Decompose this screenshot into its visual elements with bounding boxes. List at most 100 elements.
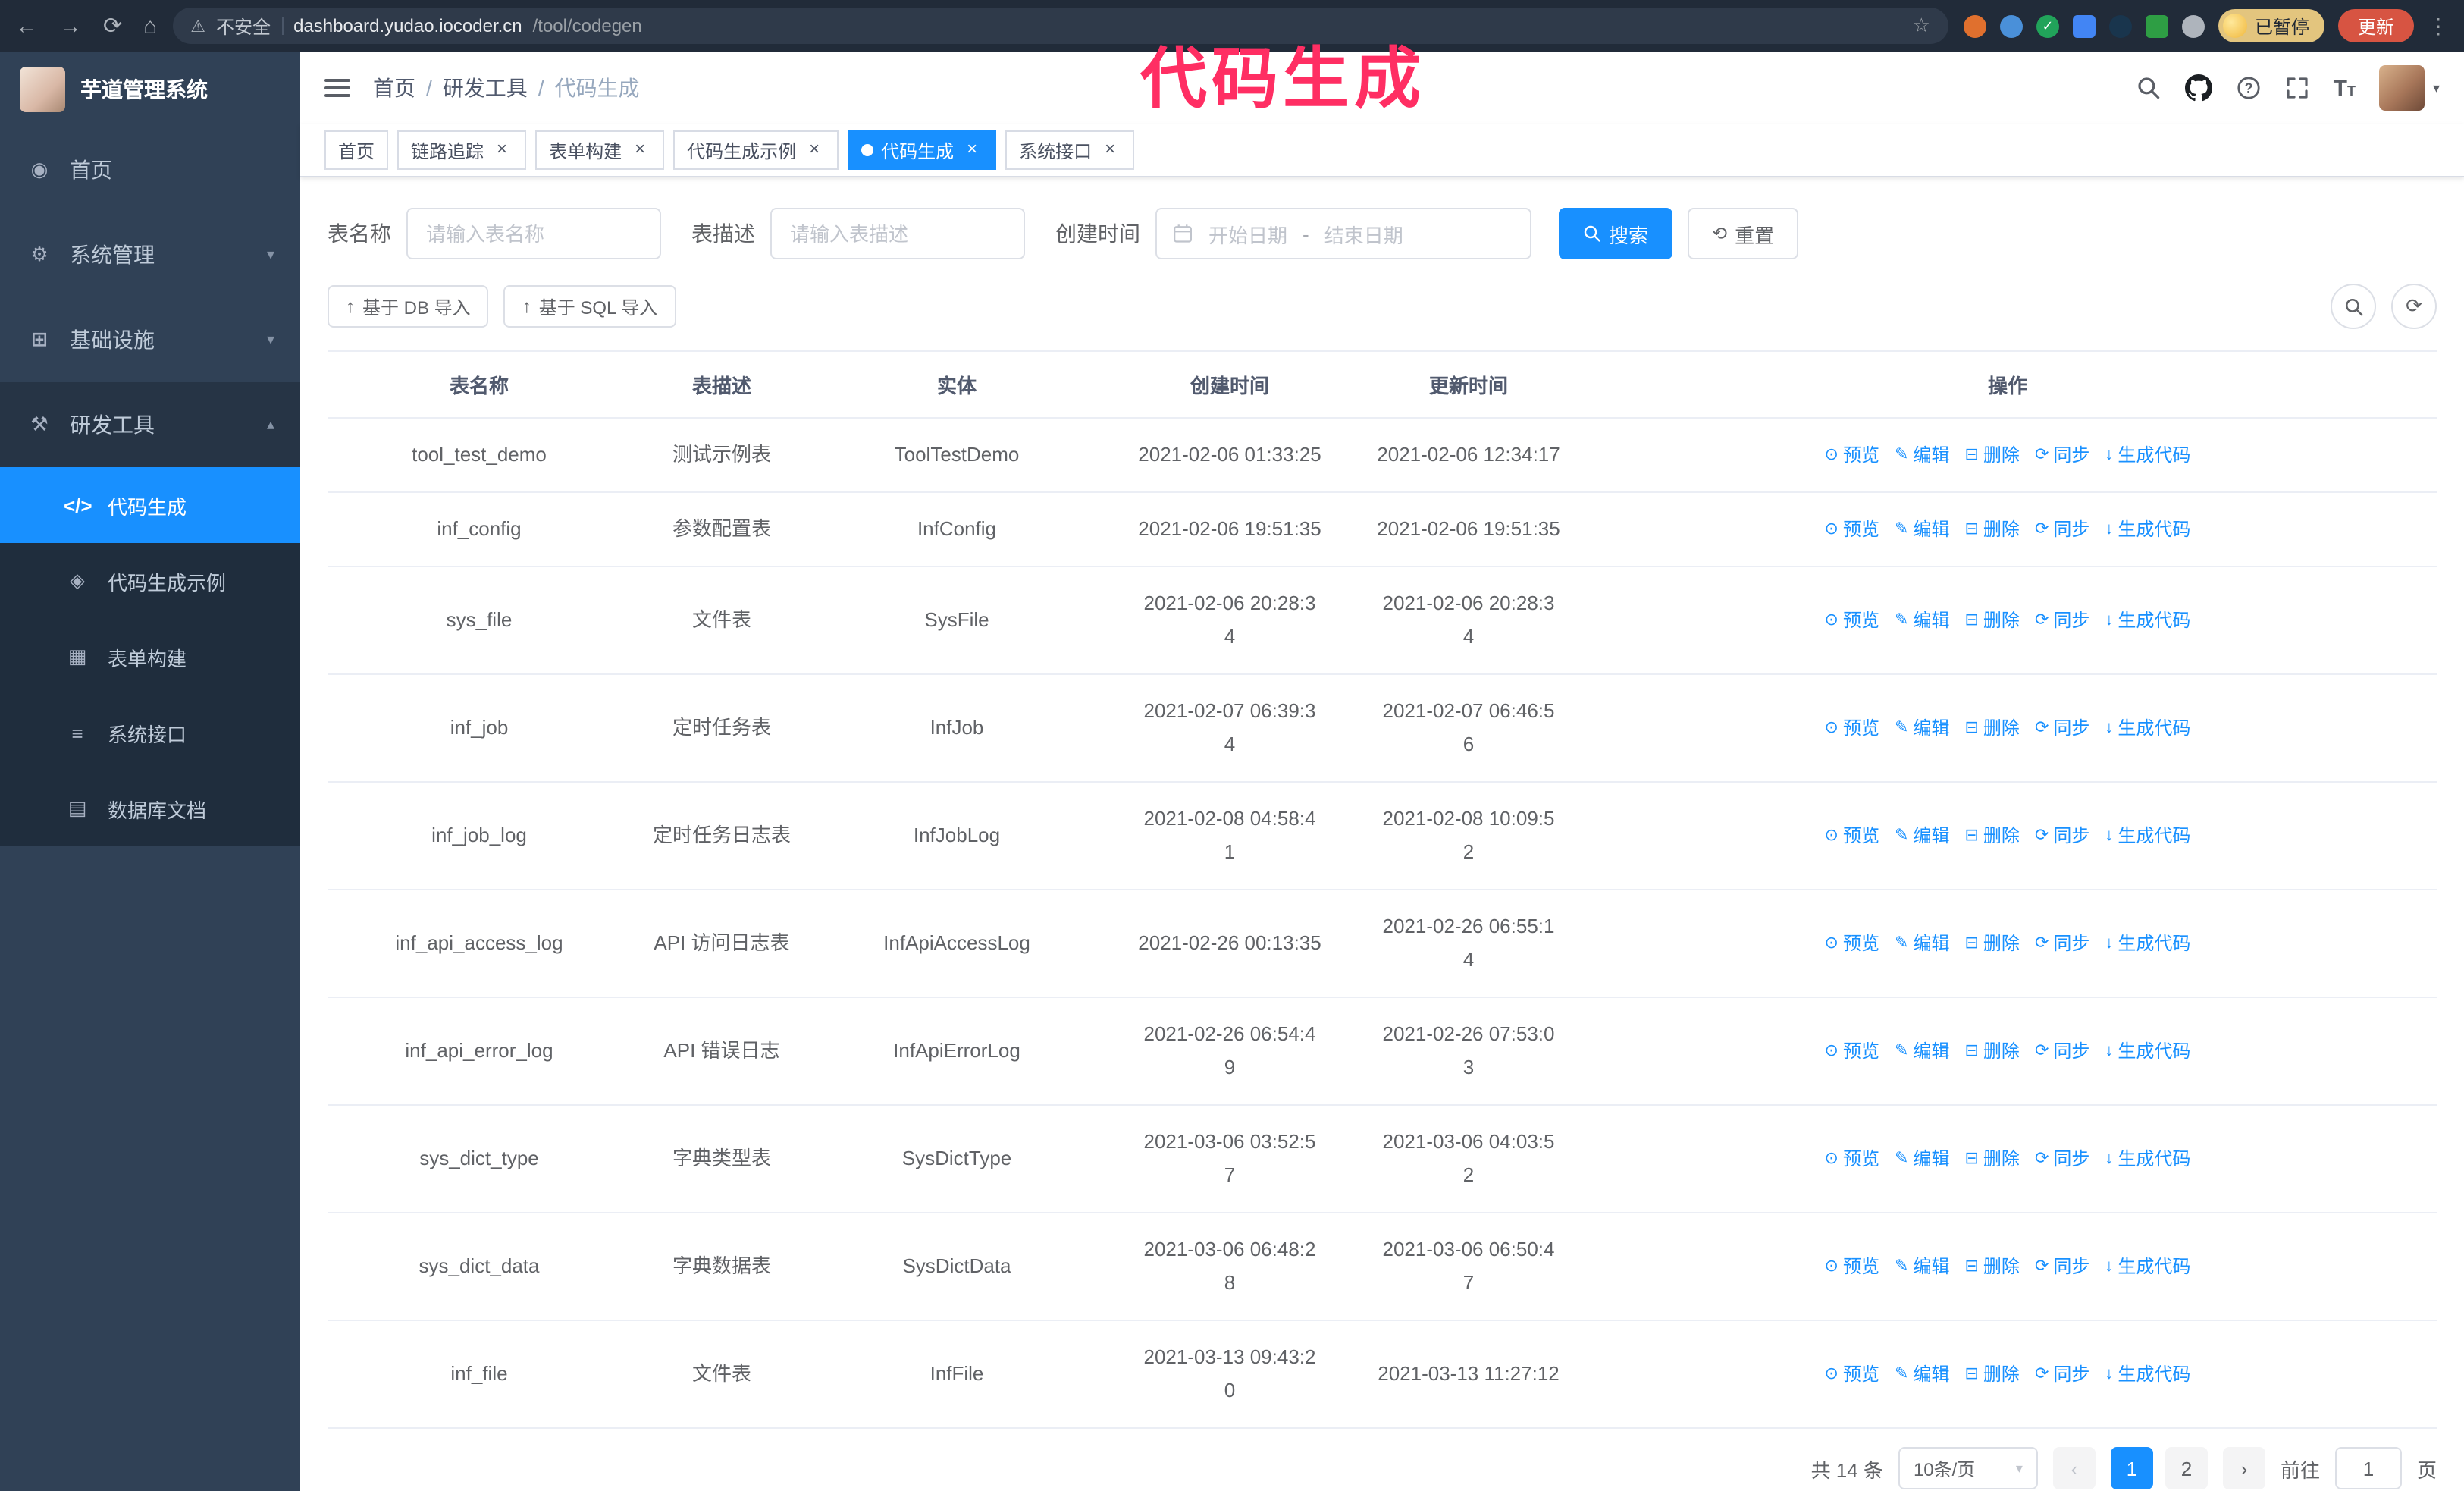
extension-icon[interactable] — [2145, 14, 2168, 37]
edit-link[interactable]: ✎ 编辑 — [1895, 604, 1949, 637]
extension-icon[interactable] — [1999, 14, 2023, 37]
user-avatar[interactable]: ▾ — [2379, 65, 2440, 111]
hamburger-icon[interactable] — [324, 79, 350, 97]
sidebar-item-infra[interactable]: ⊞ 基础设施 ▾ — [0, 297, 300, 382]
generate-link[interactable]: ↓ 生成代码 — [2105, 819, 2190, 852]
home-button[interactable]: ⌂ — [143, 14, 157, 37]
sidebar-item-db-doc[interactable]: ▤ 数据库文档 — [0, 771, 300, 846]
sidebar-item-codegen[interactable]: </> 代码生成 — [0, 467, 300, 543]
page-button-1[interactable]: 1 — [2110, 1447, 2153, 1489]
edit-link[interactable]: ✎ 编辑 — [1895, 1034, 1949, 1068]
page-button-2[interactable]: 2 — [2165, 1447, 2208, 1489]
delete-link[interactable]: ⊟ 删除 — [1964, 1142, 2019, 1176]
edit-link[interactable]: ✎ 编辑 — [1895, 819, 1949, 852]
next-page-button[interactable]: › — [2222, 1447, 2265, 1489]
breadcrumb-item[interactable]: 研发工具 — [443, 73, 528, 103]
close-icon[interactable]: × — [961, 139, 983, 161]
preview-link[interactable]: ⊙ 预览 — [1825, 604, 1879, 637]
preview-link[interactable]: ⊙ 预览 — [1825, 819, 1879, 852]
delete-link[interactable]: ⊟ 删除 — [1964, 819, 2019, 852]
address-bar[interactable]: ⚠ 不安全 dashboard.yudao.iocoder.cn/tool/co… — [172, 8, 1948, 44]
search-button[interactable]: 搜索 — [1559, 208, 1673, 259]
close-icon[interactable]: × — [1099, 139, 1121, 161]
puzzle-extensions-icon[interactable] — [2181, 14, 2205, 37]
sync-link[interactable]: ⟳ 同步 — [2035, 1358, 2089, 1391]
delete-link[interactable]: ⊟ 删除 — [1964, 604, 2019, 637]
sidebar-item-form-build[interactable]: ▦ 表单构建 — [0, 619, 300, 695]
generate-link[interactable]: ↓ 生成代码 — [2105, 438, 2190, 472]
sync-link[interactable]: ⟳ 同步 — [2035, 1142, 2089, 1176]
generate-link[interactable]: ↓ 生成代码 — [2105, 711, 2190, 745]
delete-link[interactable]: ⊟ 删除 — [1964, 927, 2019, 960]
close-icon[interactable]: × — [629, 139, 650, 161]
help-icon[interactable] — [2237, 76, 2261, 100]
generate-link[interactable]: ↓ 生成代码 — [2105, 513, 2190, 546]
toggle-search-button[interactable] — [2331, 284, 2376, 329]
tab-home[interactable]: 首页 — [324, 130, 389, 170]
generate-link[interactable]: ↓ 生成代码 — [2105, 604, 2190, 637]
sync-link[interactable]: ⟳ 同步 — [2035, 819, 2089, 852]
github-icon[interactable] — [2185, 74, 2212, 102]
preview-link[interactable]: ⊙ 预览 — [1825, 711, 1879, 745]
edit-link[interactable]: ✎ 编辑 — [1895, 711, 1949, 745]
page-size-select[interactable]: 10条/页 ▾ — [1898, 1447, 2038, 1489]
preview-link[interactable]: ⊙ 预览 — [1825, 927, 1879, 960]
edit-link[interactable]: ✎ 编辑 — [1895, 927, 1949, 960]
sync-link[interactable]: ⟳ 同步 — [2035, 711, 2089, 745]
search-icon[interactable] — [2136, 76, 2161, 100]
back-button[interactable]: ← — [15, 14, 38, 37]
update-button[interactable]: 更新 — [2337, 9, 2414, 42]
preview-link[interactable]: ⊙ 预览 — [1825, 1142, 1879, 1176]
sidebar-item-home[interactable]: ◉ 首页 — [0, 127, 300, 212]
close-icon[interactable]: × — [491, 139, 513, 161]
tab-codegen[interactable]: 代码生成 × — [848, 130, 997, 170]
table-name-input[interactable] — [406, 208, 661, 259]
preview-link[interactable]: ⊙ 预览 — [1825, 438, 1879, 472]
bookmark-star-icon[interactable]: ☆ — [1913, 14, 1930, 38]
forward-button[interactable]: → — [59, 14, 82, 37]
create-time-range-picker[interactable]: 开始日期 - 结束日期 — [1155, 208, 1531, 259]
preview-link[interactable]: ⊙ 预览 — [1825, 1250, 1879, 1283]
edit-link[interactable]: ✎ 编辑 — [1895, 513, 1949, 546]
delete-link[interactable]: ⊟ 删除 — [1964, 438, 2019, 472]
extension-icon[interactable] — [2072, 14, 2096, 37]
delete-link[interactable]: ⊟ 删除 — [1964, 1034, 2019, 1068]
prev-page-button[interactable]: ‹ — [2052, 1447, 2096, 1489]
delete-link[interactable]: ⊟ 删除 — [1964, 1358, 2019, 1391]
extension-icon[interactable] — [1963, 14, 1986, 37]
sidebar-item-api[interactable]: ≡ 系统接口 — [0, 695, 300, 771]
import-db-button[interactable]: ↑ 基于 DB 导入 — [328, 285, 489, 328]
tab-api[interactable]: 系统接口 × — [1005, 130, 1135, 170]
refresh-button[interactable]: ⟳ — [2391, 284, 2437, 329]
kebab-menu-icon[interactable]: ⋮ — [2428, 13, 2449, 39]
preview-link[interactable]: ⊙ 预览 — [1825, 513, 1879, 546]
generate-link[interactable]: ↓ 生成代码 — [2105, 1358, 2190, 1391]
generate-link[interactable]: ↓ 生成代码 — [2105, 927, 2190, 960]
reload-button[interactable]: ⟳ — [103, 14, 122, 37]
sync-link[interactable]: ⟳ 同步 — [2035, 513, 2089, 546]
profile-paused-chip[interactable]: 已暂停 — [2218, 9, 2324, 42]
sidebar-item-devtools[interactable]: ⚒ 研发工具 ▴ — [0, 382, 300, 467]
sidebar-item-system[interactable]: ⚙ 系统管理 ▾ — [0, 212, 300, 297]
fullscreen-icon[interactable] — [2285, 76, 2309, 100]
preview-link[interactable]: ⊙ 预览 — [1825, 1034, 1879, 1068]
close-icon[interactable]: × — [804, 139, 825, 161]
breadcrumb-item[interactable]: 首页 — [373, 73, 415, 103]
generate-link[interactable]: ↓ 生成代码 — [2105, 1142, 2190, 1176]
delete-link[interactable]: ⊟ 删除 — [1964, 1250, 2019, 1283]
import-sql-button[interactable]: ↑ 基于 SQL 导入 — [503, 285, 676, 328]
edit-link[interactable]: ✎ 编辑 — [1895, 438, 1949, 472]
sidebar-item-codegen-example[interactable]: ◈ 代码生成示例 — [0, 543, 300, 619]
delete-link[interactable]: ⊟ 删除 — [1964, 711, 2019, 745]
logo[interactable]: 芋道管理系统 — [0, 52, 300, 127]
edit-link[interactable]: ✎ 编辑 — [1895, 1358, 1949, 1391]
reset-button[interactable]: ⟲ 重置 — [1688, 208, 1799, 259]
preview-link[interactable]: ⊙ 预览 — [1825, 1358, 1879, 1391]
sync-link[interactable]: ⟳ 同步 — [2035, 438, 2089, 472]
sync-link[interactable]: ⟳ 同步 — [2035, 604, 2089, 637]
tab-codegen-example[interactable]: 代码生成示例 × — [673, 130, 839, 170]
sync-link[interactable]: ⟳ 同步 — [2035, 927, 2089, 960]
goto-page-input[interactable] — [2334, 1447, 2402, 1489]
edit-link[interactable]: ✎ 编辑 — [1895, 1142, 1949, 1176]
sync-link[interactable]: ⟳ 同步 — [2035, 1034, 2089, 1068]
